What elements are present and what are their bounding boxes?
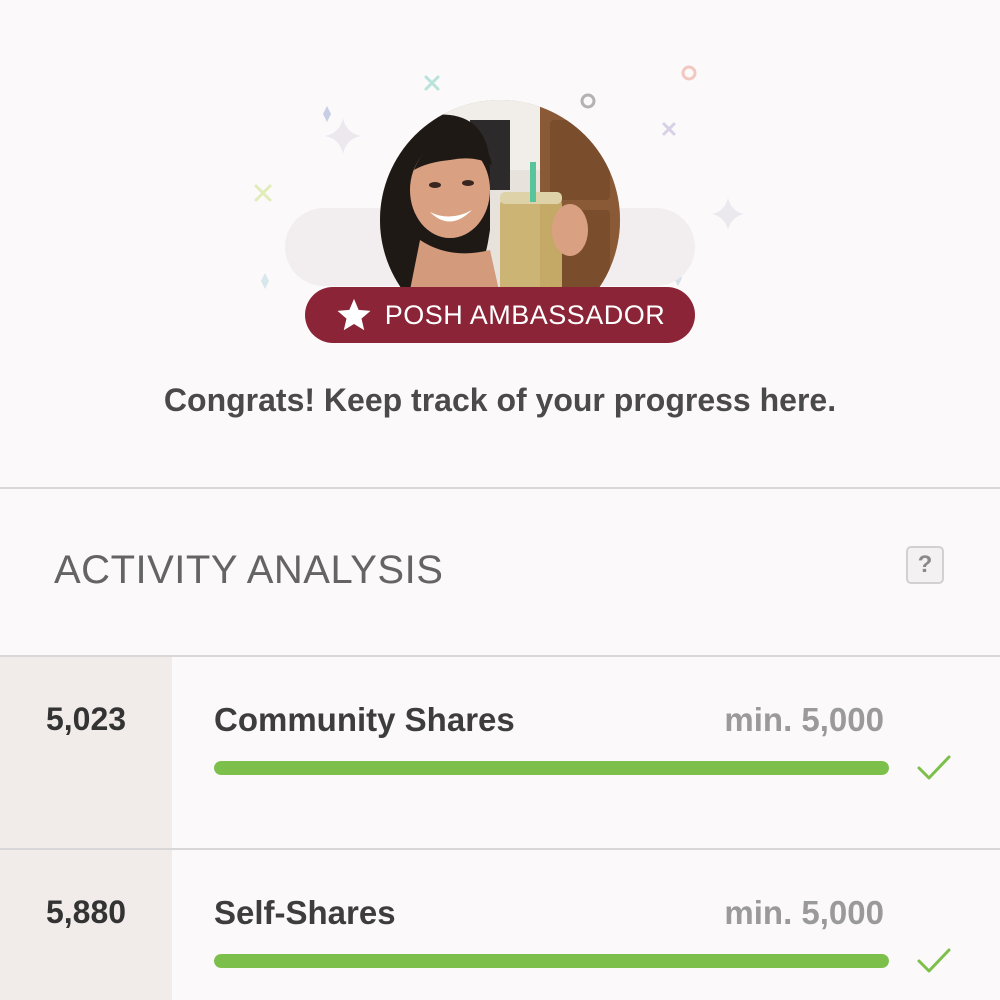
progress-bar <box>214 954 889 968</box>
progress-fill <box>214 954 889 968</box>
metric-label: Self-Shares <box>214 894 396 931</box>
progress-bar <box>214 761 889 775</box>
metric-value-cell: 5,023 <box>0 657 172 848</box>
metric-minimum: min. 5,000 <box>724 701 884 738</box>
ambassador-hero: POSH AMBASSADOR Congrats! Keep track of … <box>0 0 1000 488</box>
check-icon <box>917 755 951 780</box>
section-divider <box>0 487 1000 489</box>
section-title: ACTIVITY ANALYSIS <box>54 548 444 592</box>
help-button[interactable]: ? <box>906 546 944 584</box>
metric-label: Community Shares <box>214 701 515 738</box>
badge-label: POSH AMBASSADOR <box>384 299 666 330</box>
metric-value: 5,880 <box>45 894 127 930</box>
metric-minimum: min. 5,000 <box>724 894 884 931</box>
metric-row-community-shares: 5,023 Community Shares min. 5,000 <box>0 657 1000 848</box>
check-icon <box>917 948 951 973</box>
progress-fill <box>214 761 889 775</box>
ambassador-progress-page: POSH AMBASSADOR Congrats! Keep track of … <box>0 0 1000 1000</box>
congrats-message: Congrats! Keep track of your progress he… <box>163 382 837 418</box>
metric-value-cell: 5,880 <box>0 850 172 1000</box>
star-icon <box>337 298 371 331</box>
metric-value: 5,023 <box>45 701 127 737</box>
posh-ambassador-badge: POSH AMBASSADOR <box>305 287 695 343</box>
metric-row-self-shares: 5,880 Self-Shares min. 5,000 <box>0 850 1000 1000</box>
